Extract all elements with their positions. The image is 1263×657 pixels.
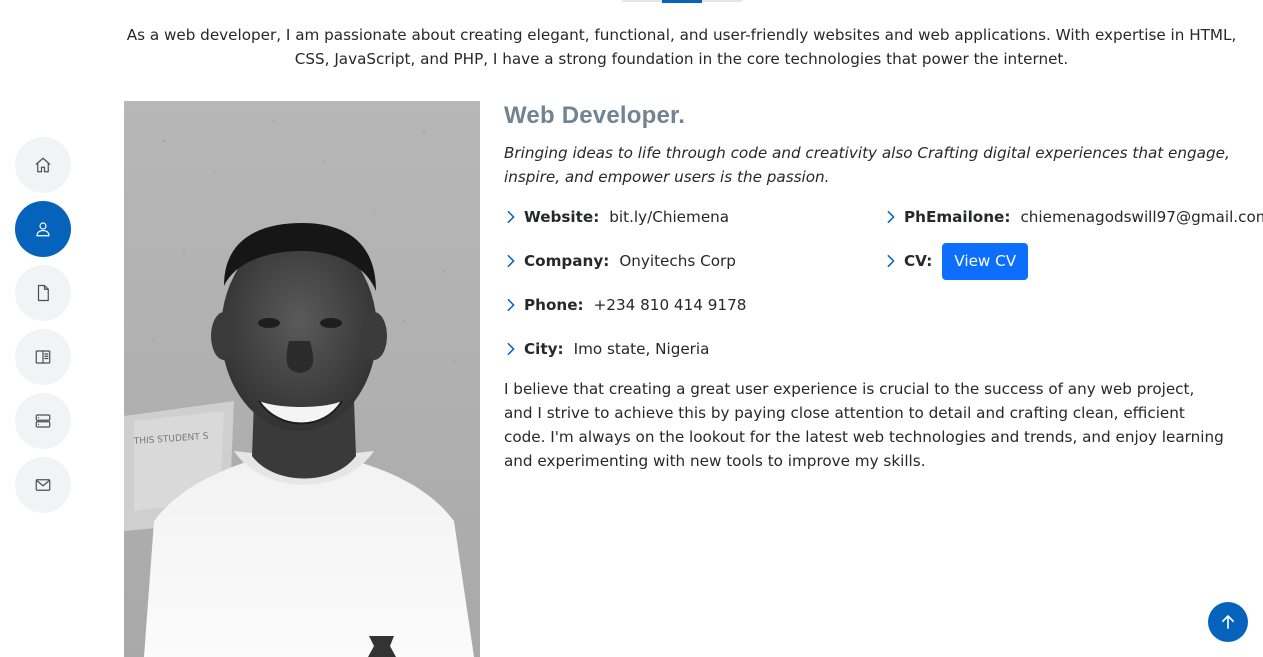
info-column-right: PhEmailone: chiemenagodswill97@gmail.com… <box>884 205 1263 300</box>
info-label: City: <box>524 340 564 358</box>
info-label: Website: <box>524 208 600 226</box>
chevron-right-icon <box>504 254 518 268</box>
bio-paragraph: I believe that creating a great user exp… <box>504 380 1224 470</box>
nav-resume-button[interactable] <box>15 265 71 321</box>
info-list: Website: bit.ly/Chiemena Company: Onyite… <box>504 205 1263 377</box>
about-section: As a web developer, I am passionate abou… <box>0 0 1263 657</box>
info-phone: Phone: +234 810 414 9178 <box>504 293 746 317</box>
person-icon <box>36 222 50 237</box>
file-icon <box>37 284 49 302</box>
book-icon <box>35 350 51 364</box>
chevron-right-icon <box>884 210 898 224</box>
profile-photo: THIS STUDENT S <box>124 101 480 657</box>
chevron-right-icon <box>504 210 518 224</box>
info-column-left: Website: bit.ly/Chiemena Company: Onyite… <box>504 205 746 381</box>
side-nav <box>15 137 71 521</box>
intro-paragraph: As a web developer, I am passionate abou… <box>126 26 1237 68</box>
portrait-illustration: THIS STUDENT S <box>124 101 480 657</box>
info-label: Company: <box>524 252 610 270</box>
arrow-up-icon <box>1221 615 1235 629</box>
info-value: chiemenagodswill97@gmail.com <box>1020 208 1263 226</box>
info-label: PhEmailone: <box>904 208 1011 226</box>
info-website: Website: bit.ly/Chiemena <box>504 205 746 229</box>
info-value: Onyitechs Corp <box>619 252 736 270</box>
view-cv-button[interactable]: View CV <box>942 242 1029 280</box>
nav-home-button[interactable] <box>15 137 71 193</box>
nav-portfolio-button[interactable] <box>15 329 71 385</box>
divider-accent <box>662 0 702 3</box>
home-icon <box>35 157 51 173</box>
info-company: Company: Onyitechs Corp <box>504 249 746 273</box>
server-icon <box>35 414 51 428</box>
section-title-divider <box>622 0 742 3</box>
nav-about-button[interactable] <box>15 201 71 257</box>
info-label: Phone: <box>524 296 584 314</box>
role-title: Web Developer. <box>504 102 686 129</box>
info-value: Imo state, Nigeria <box>573 340 710 358</box>
tagline: Bringing ideas to life through code and … <box>504 144 1230 186</box>
about-content: Web Developer. Bringing ideas to life th… <box>504 101 1263 473</box>
nav-contact-button[interactable] <box>15 457 71 513</box>
info-city: City: Imo state, Nigeria <box>504 337 746 361</box>
chevron-right-icon <box>884 254 898 268</box>
envelope-icon <box>35 479 51 491</box>
info-value: +234 810 414 9178 <box>593 296 747 314</box>
info-label: CV: <box>904 252 933 270</box>
info-email: PhEmailone: chiemenagodswill97@gmail.com <box>884 205 1263 229</box>
info-cv: CV: View CV <box>884 242 1263 280</box>
chevron-right-icon <box>504 298 518 312</box>
back-to-top-button[interactable] <box>1208 602 1248 642</box>
chevron-right-icon <box>504 342 518 356</box>
info-value: bit.ly/Chiemena <box>609 208 730 226</box>
nav-services-button[interactable] <box>15 393 71 449</box>
